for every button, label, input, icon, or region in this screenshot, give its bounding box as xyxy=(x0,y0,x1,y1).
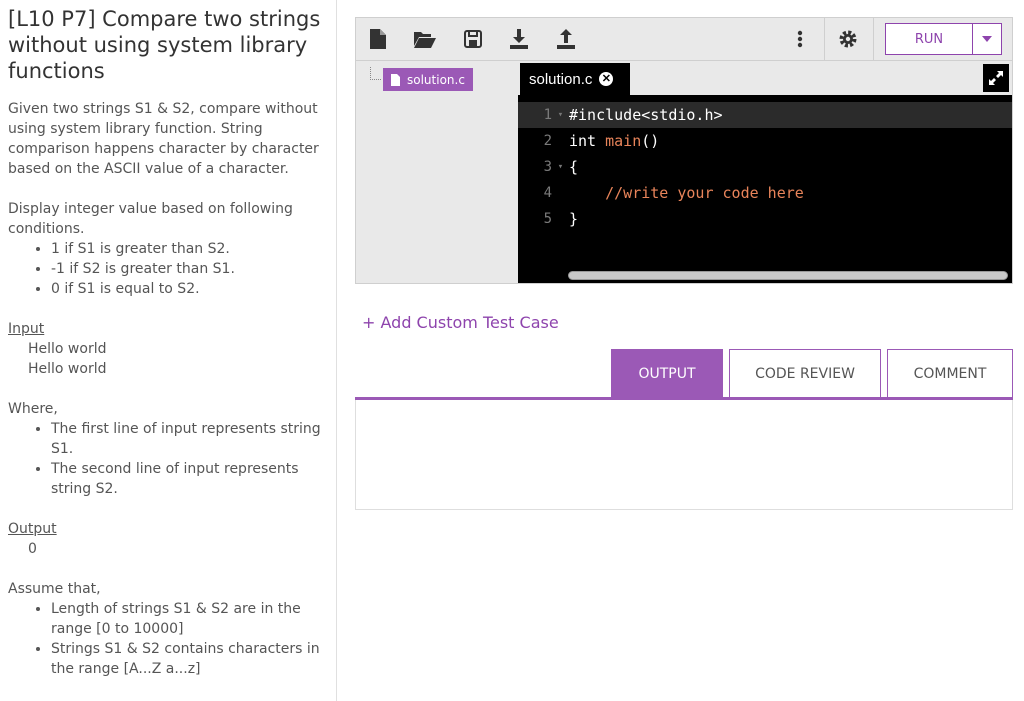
new-file-icon[interactable] xyxy=(366,27,390,51)
list-item: Length of strings S1 & S2 are in the ran… xyxy=(51,599,326,639)
caret-down-icon xyxy=(982,36,992,42)
line-number: 2 xyxy=(543,133,552,149)
close-icon[interactable]: ✕ xyxy=(599,72,614,86)
where-heading: Where, xyxy=(8,401,58,417)
input-line: Hello world xyxy=(28,341,107,357)
code-text: } xyxy=(569,210,579,228)
list-item: The second line of input represents stri… xyxy=(51,459,326,499)
where-list: The first line of input represents strin… xyxy=(8,419,326,499)
run-options-dropdown[interactable] xyxy=(972,23,1002,55)
upload-icon[interactable] xyxy=(554,27,578,51)
tab-output[interactable]: OUTPUT xyxy=(611,349,723,399)
save-icon[interactable] xyxy=(461,27,485,51)
code-line: 3 ▾ { xyxy=(518,154,1012,180)
download-icon[interactable] xyxy=(507,27,531,51)
run-button[interactable]: RUN xyxy=(885,23,973,55)
toolbar-divider xyxy=(873,18,874,60)
code-function-name: main xyxy=(605,132,642,150)
editor-tab-label: solution.c xyxy=(529,70,593,88)
horizontal-scrollbar[interactable] xyxy=(568,271,1008,280)
list-item: 0 if S1 is equal to S2. xyxy=(51,279,326,299)
expand-icon[interactable] xyxy=(983,64,1009,92)
file-tree-item-label: solution.c xyxy=(407,72,465,87)
code-line: 5 } xyxy=(518,206,1012,232)
settings-gear-icon[interactable] xyxy=(836,27,860,51)
line-number: 5 xyxy=(543,211,552,227)
file-tree: solution.c xyxy=(355,61,518,284)
problem-panel: [L10 P7] Compare two strings without usi… xyxy=(0,0,337,701)
input-line: Hello world xyxy=(28,361,107,377)
add-custom-test-case-link[interactable]: + Add Custom Test Case xyxy=(362,313,559,332)
conditions-list: 1 if S1 is greater than S2. -1 if S2 is … xyxy=(8,239,326,299)
input-heading: Input xyxy=(8,321,45,337)
tab-comment[interactable]: COMMENT xyxy=(887,349,1013,399)
code-text: int main() xyxy=(569,132,660,150)
code-editor[interactable]: 1 ▾ #include<stdio.h> 2 int main() 3 ▾ {… xyxy=(518,95,1013,284)
assume-heading: Assume that, xyxy=(8,581,101,597)
editor-toolbar: RUN xyxy=(355,17,1013,61)
line-number: 1 xyxy=(543,107,552,123)
output-heading: Output xyxy=(8,521,57,537)
line-number: 4 xyxy=(543,185,552,201)
code-comment: //write your code here xyxy=(569,184,804,202)
problem-title: [L10 P7] Compare two strings without usi… xyxy=(8,7,321,83)
fold-arrow-icon[interactable]: ▾ xyxy=(552,162,569,172)
output-value: 0 xyxy=(28,541,37,557)
conditions-intro: Display integer value based on following… xyxy=(8,201,293,237)
editor-tab[interactable]: solution.c ✕ xyxy=(520,63,630,95)
list-item: Strings S1 & S2 contains characters in t… xyxy=(51,639,326,679)
list-item: 1 if S1 is greater than S2. xyxy=(51,239,326,259)
line-number: 3 xyxy=(543,159,552,175)
more-vertical-icon[interactable] xyxy=(788,27,812,51)
code-line: 1 ▾ #include<stdio.h> xyxy=(518,102,1012,128)
tree-connector xyxy=(370,67,381,80)
assume-list: Length of strings S1 & S2 are in the ran… xyxy=(8,599,326,679)
list-item: The first line of input represents strin… xyxy=(51,419,326,459)
file-tree-item[interactable]: solution.c xyxy=(383,68,473,91)
fold-arrow-icon[interactable]: ▾ xyxy=(552,110,569,120)
output-panel xyxy=(355,400,1013,510)
open-folder-icon[interactable] xyxy=(413,27,437,51)
tab-code-review[interactable]: CODE REVIEW xyxy=(729,349,881,399)
toolbar-divider xyxy=(824,18,825,60)
list-item: -1 if S2 is greater than S1. xyxy=(51,259,326,279)
code-text: #include<stdio.h> xyxy=(569,106,723,124)
code-text: { xyxy=(569,158,579,176)
problem-description: Given two strings S1 & S2, compare witho… xyxy=(8,101,319,177)
file-icon xyxy=(391,73,400,86)
code-line: 4 //write your code here xyxy=(518,180,1012,206)
editor-tab-bar: solution.c ✕ xyxy=(518,61,1013,95)
code-line: 2 int main() xyxy=(518,128,1012,154)
